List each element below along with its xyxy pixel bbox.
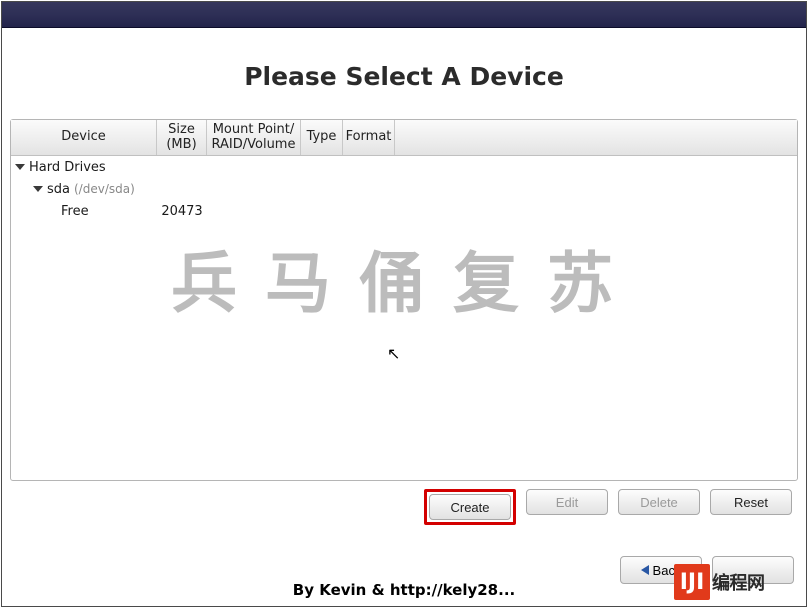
nav-button-row: Back xyxy=(620,556,794,584)
back-button[interactable]: Back xyxy=(620,556,702,584)
disk-name: sda xyxy=(47,182,70,197)
col-size[interactable]: Size (MB) xyxy=(157,120,207,155)
page-title: Please Select A Device xyxy=(244,62,564,91)
root-label: Hard Drives xyxy=(29,160,106,175)
watermark-text: 兵马俑复苏 xyxy=(171,230,641,326)
mouse-cursor-icon: ↖ xyxy=(387,344,400,363)
col-format[interactable]: Format xyxy=(343,120,395,155)
arrow-left-icon xyxy=(641,565,649,575)
col-mount[interactable]: Mount Point/ RAID/Volume xyxy=(207,120,301,155)
tree-row-free[interactable]: Free 20473 xyxy=(11,200,797,222)
col-type[interactable]: Type xyxy=(301,120,343,155)
edit-button: Edit xyxy=(526,489,608,515)
next-button[interactable] xyxy=(712,556,794,584)
footer-credit: By Kevin & http://kely28... xyxy=(2,581,806,599)
tree-row-disk[interactable]: sda (/dev/sda) xyxy=(11,178,797,200)
disk-path: (/dev/sda) xyxy=(74,182,135,196)
col-spacer xyxy=(395,120,797,155)
table-header: Device Size (MB) Mount Point/ RAID/Volum… xyxy=(11,120,797,156)
back-label: Back xyxy=(653,563,682,578)
tree-row-root[interactable]: Hard Drives xyxy=(11,156,797,178)
expand-icon[interactable] xyxy=(33,186,43,192)
device-table: Device Size (MB) Mount Point/ RAID/Volum… xyxy=(10,119,798,481)
create-button[interactable]: Create xyxy=(429,494,511,520)
table-body[interactable]: Hard Drives sda (/dev/sda) Free 20473 xyxy=(11,156,797,480)
action-button-row: Create Edit Delete Reset xyxy=(4,481,804,525)
free-size: 20473 xyxy=(157,204,207,219)
create-highlight: Create xyxy=(424,489,516,525)
delete-button: Delete xyxy=(618,489,700,515)
free-label: Free xyxy=(61,204,89,219)
window-title-bar xyxy=(2,2,806,28)
reset-button[interactable]: Reset xyxy=(710,489,792,515)
expand-icon[interactable] xyxy=(15,164,25,170)
col-device[interactable]: Device xyxy=(11,120,157,155)
